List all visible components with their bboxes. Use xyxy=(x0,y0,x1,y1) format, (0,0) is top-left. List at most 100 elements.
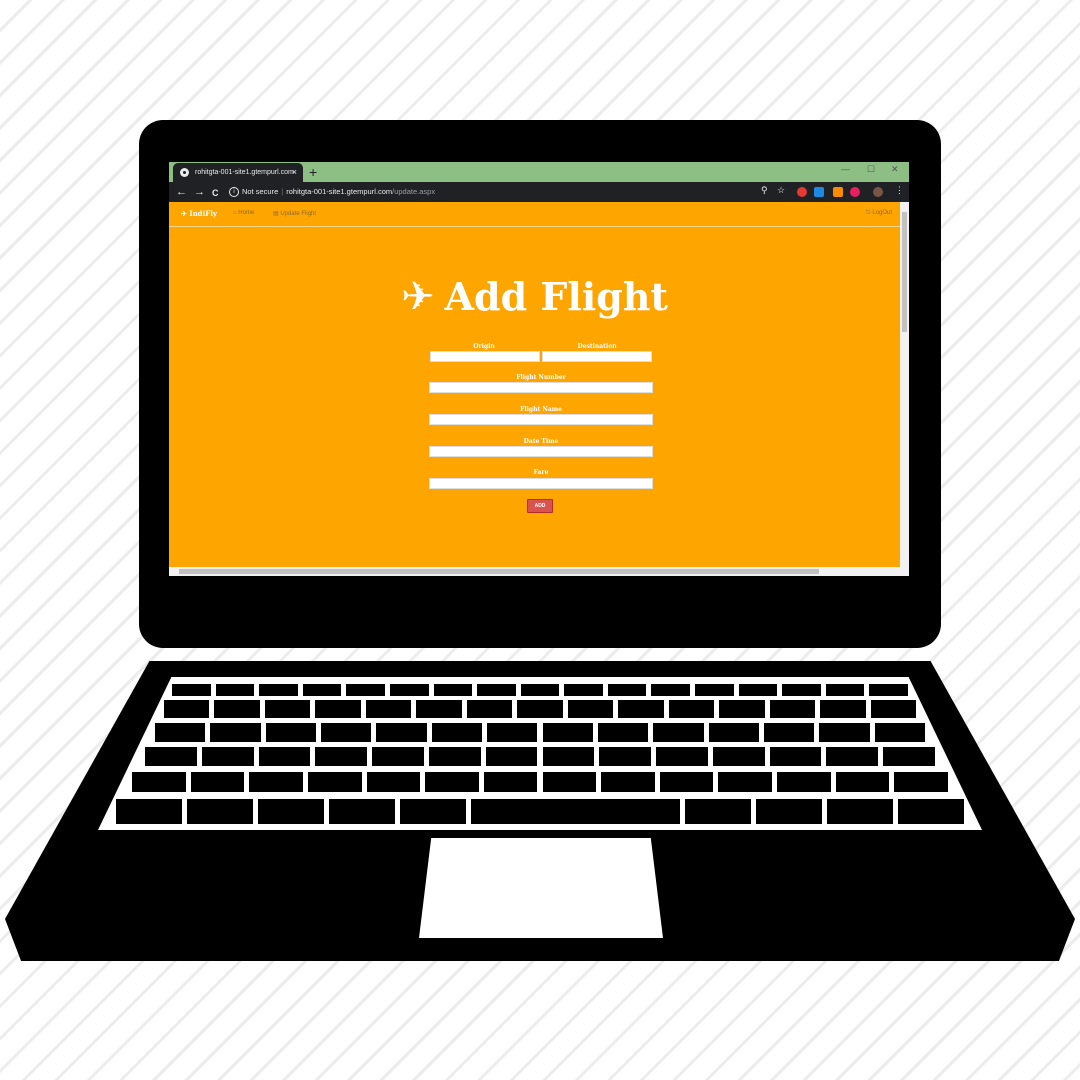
new-tab-button[interactable]: + xyxy=(309,163,317,181)
keyboard-key xyxy=(302,684,342,696)
menu-icon[interactable]: ⋮ xyxy=(895,185,904,196)
keyboard-key xyxy=(265,723,317,742)
spacebar-key xyxy=(471,799,680,824)
keyboard-key xyxy=(782,684,821,696)
url-host: rohitgta-001-site1.gtempurl.com xyxy=(286,187,393,196)
keyboard-key xyxy=(210,723,261,742)
keyboard-key xyxy=(145,747,197,766)
tab-close-icon[interactable]: × xyxy=(292,163,297,182)
vertical-scroll-thumb[interactable] xyxy=(902,212,907,332)
keyboard-key xyxy=(755,799,822,824)
url-path: /update.aspx xyxy=(392,187,436,196)
address-bar-row: ← → C i Not secure | rohitgta-001-site1.gte… xyxy=(169,182,909,202)
airplane-icon: ✈ xyxy=(401,274,435,320)
keyboard-key xyxy=(874,723,925,742)
keyboard-key xyxy=(835,772,890,792)
keyboard-key xyxy=(315,700,361,718)
keyboard-key xyxy=(483,772,538,792)
keyboard-key xyxy=(869,684,908,696)
forward-button[interactable]: → xyxy=(194,185,205,199)
extension-blocker-icon[interactable] xyxy=(797,187,807,197)
keyboard-key xyxy=(718,772,773,792)
add-button[interactable]: ADD xyxy=(527,499,553,513)
star-icon[interactable]: ☆ xyxy=(777,185,785,196)
address-bar[interactable]: i Not secure | rohitgta-001-site1.gtempurl.… xyxy=(229,186,435,198)
keyboard-key xyxy=(597,723,649,742)
keyboard-key xyxy=(668,700,715,718)
security-label: Not secure xyxy=(242,187,279,196)
destination-input[interactable] xyxy=(542,351,652,362)
keyboard-key xyxy=(653,723,704,742)
destination-label: Destination xyxy=(577,343,617,350)
tab-strip: rohitgta-001-site1.gtempurl.com × + — ☐ … xyxy=(169,162,909,182)
keyboard-key xyxy=(376,723,427,742)
flight-number-label: Flight Number xyxy=(516,374,566,381)
horizontal-scrollbar[interactable] xyxy=(169,567,909,576)
keyboard-key xyxy=(466,700,513,718)
origin-input[interactable] xyxy=(430,351,540,362)
extension-pinterest-icon[interactable] xyxy=(850,187,860,197)
flight-number-input[interactable] xyxy=(429,382,653,393)
keyboard-key xyxy=(520,684,560,696)
keyboard-key xyxy=(132,772,186,792)
keyboard-key xyxy=(416,700,462,718)
keyboard-key xyxy=(542,723,593,742)
keyboard-key xyxy=(825,684,865,696)
keyboard-key xyxy=(389,684,429,696)
keyboard-key xyxy=(826,799,893,824)
keyboard-key xyxy=(897,799,964,824)
close-window-button[interactable]: ✕ xyxy=(891,164,899,175)
browser-window: rohitgta-001-site1.gtempurl.com × + — ☐ … xyxy=(169,162,909,576)
brand-link[interactable]: ✈ IndiFly xyxy=(181,209,217,218)
reload-button[interactable]: C xyxy=(212,186,219,200)
vertical-scrollbar[interactable] xyxy=(900,202,909,567)
extension-translate-icon[interactable] xyxy=(814,187,824,197)
keyboard-key xyxy=(485,747,538,766)
keyboard-key xyxy=(517,700,563,718)
keyboard-key xyxy=(567,700,614,718)
keyboard-key xyxy=(599,747,652,766)
keyboard-key xyxy=(249,772,303,792)
keyboard-key xyxy=(425,772,479,792)
maximize-button[interactable]: ☐ xyxy=(867,164,875,175)
keyboard-key xyxy=(769,700,816,718)
keyboard-key xyxy=(400,799,467,824)
keyboard-key xyxy=(601,772,655,792)
minimize-button[interactable]: — xyxy=(841,164,850,174)
keyboard-key xyxy=(819,723,870,742)
keyboard-key xyxy=(738,684,778,696)
date-time-label: Date Time xyxy=(523,438,559,445)
keyboard-key xyxy=(116,799,183,824)
keyboard-key xyxy=(201,747,254,766)
flight-name-input[interactable] xyxy=(429,414,653,425)
nav-update-flight[interactable]: ▤ Update Flight xyxy=(273,210,316,217)
browser-tab[interactable]: rohitgta-001-site1.gtempurl.com × xyxy=(173,163,303,182)
keyboard-key xyxy=(883,747,935,766)
horizontal-scroll-thumb[interactable] xyxy=(179,569,819,574)
extension-folder-icon[interactable] xyxy=(833,187,843,197)
back-button[interactable]: ← xyxy=(176,185,187,199)
info-icon[interactable]: i xyxy=(229,187,239,198)
keyboard-key xyxy=(656,747,708,766)
keyboard-key xyxy=(315,747,368,766)
profile-avatar[interactable] xyxy=(873,187,883,197)
keyboard-key xyxy=(777,772,831,792)
keyboard-key xyxy=(321,723,372,742)
keyboard-key xyxy=(618,700,664,718)
keyboard-key xyxy=(365,700,412,718)
flight-name-label: Flight Name xyxy=(520,406,562,413)
nav-logout[interactable]: ⎋ LogOut xyxy=(866,210,892,217)
keyboard-key xyxy=(187,799,254,824)
keyboard-key xyxy=(164,700,210,718)
nav-home[interactable]: ⌂ Home xyxy=(233,210,254,216)
keyboard-key xyxy=(826,747,879,766)
keyboard-key xyxy=(215,684,255,696)
keyboard-key xyxy=(433,684,473,696)
fare-label: Fare xyxy=(533,469,549,476)
date-time-input[interactable] xyxy=(429,446,653,457)
keyboard-key xyxy=(366,772,421,792)
fare-input[interactable] xyxy=(429,478,653,489)
zoom-icon[interactable]: ⚲ xyxy=(761,185,768,196)
touchpad xyxy=(419,838,663,938)
page-title: ✈ Add Flight xyxy=(401,274,668,320)
